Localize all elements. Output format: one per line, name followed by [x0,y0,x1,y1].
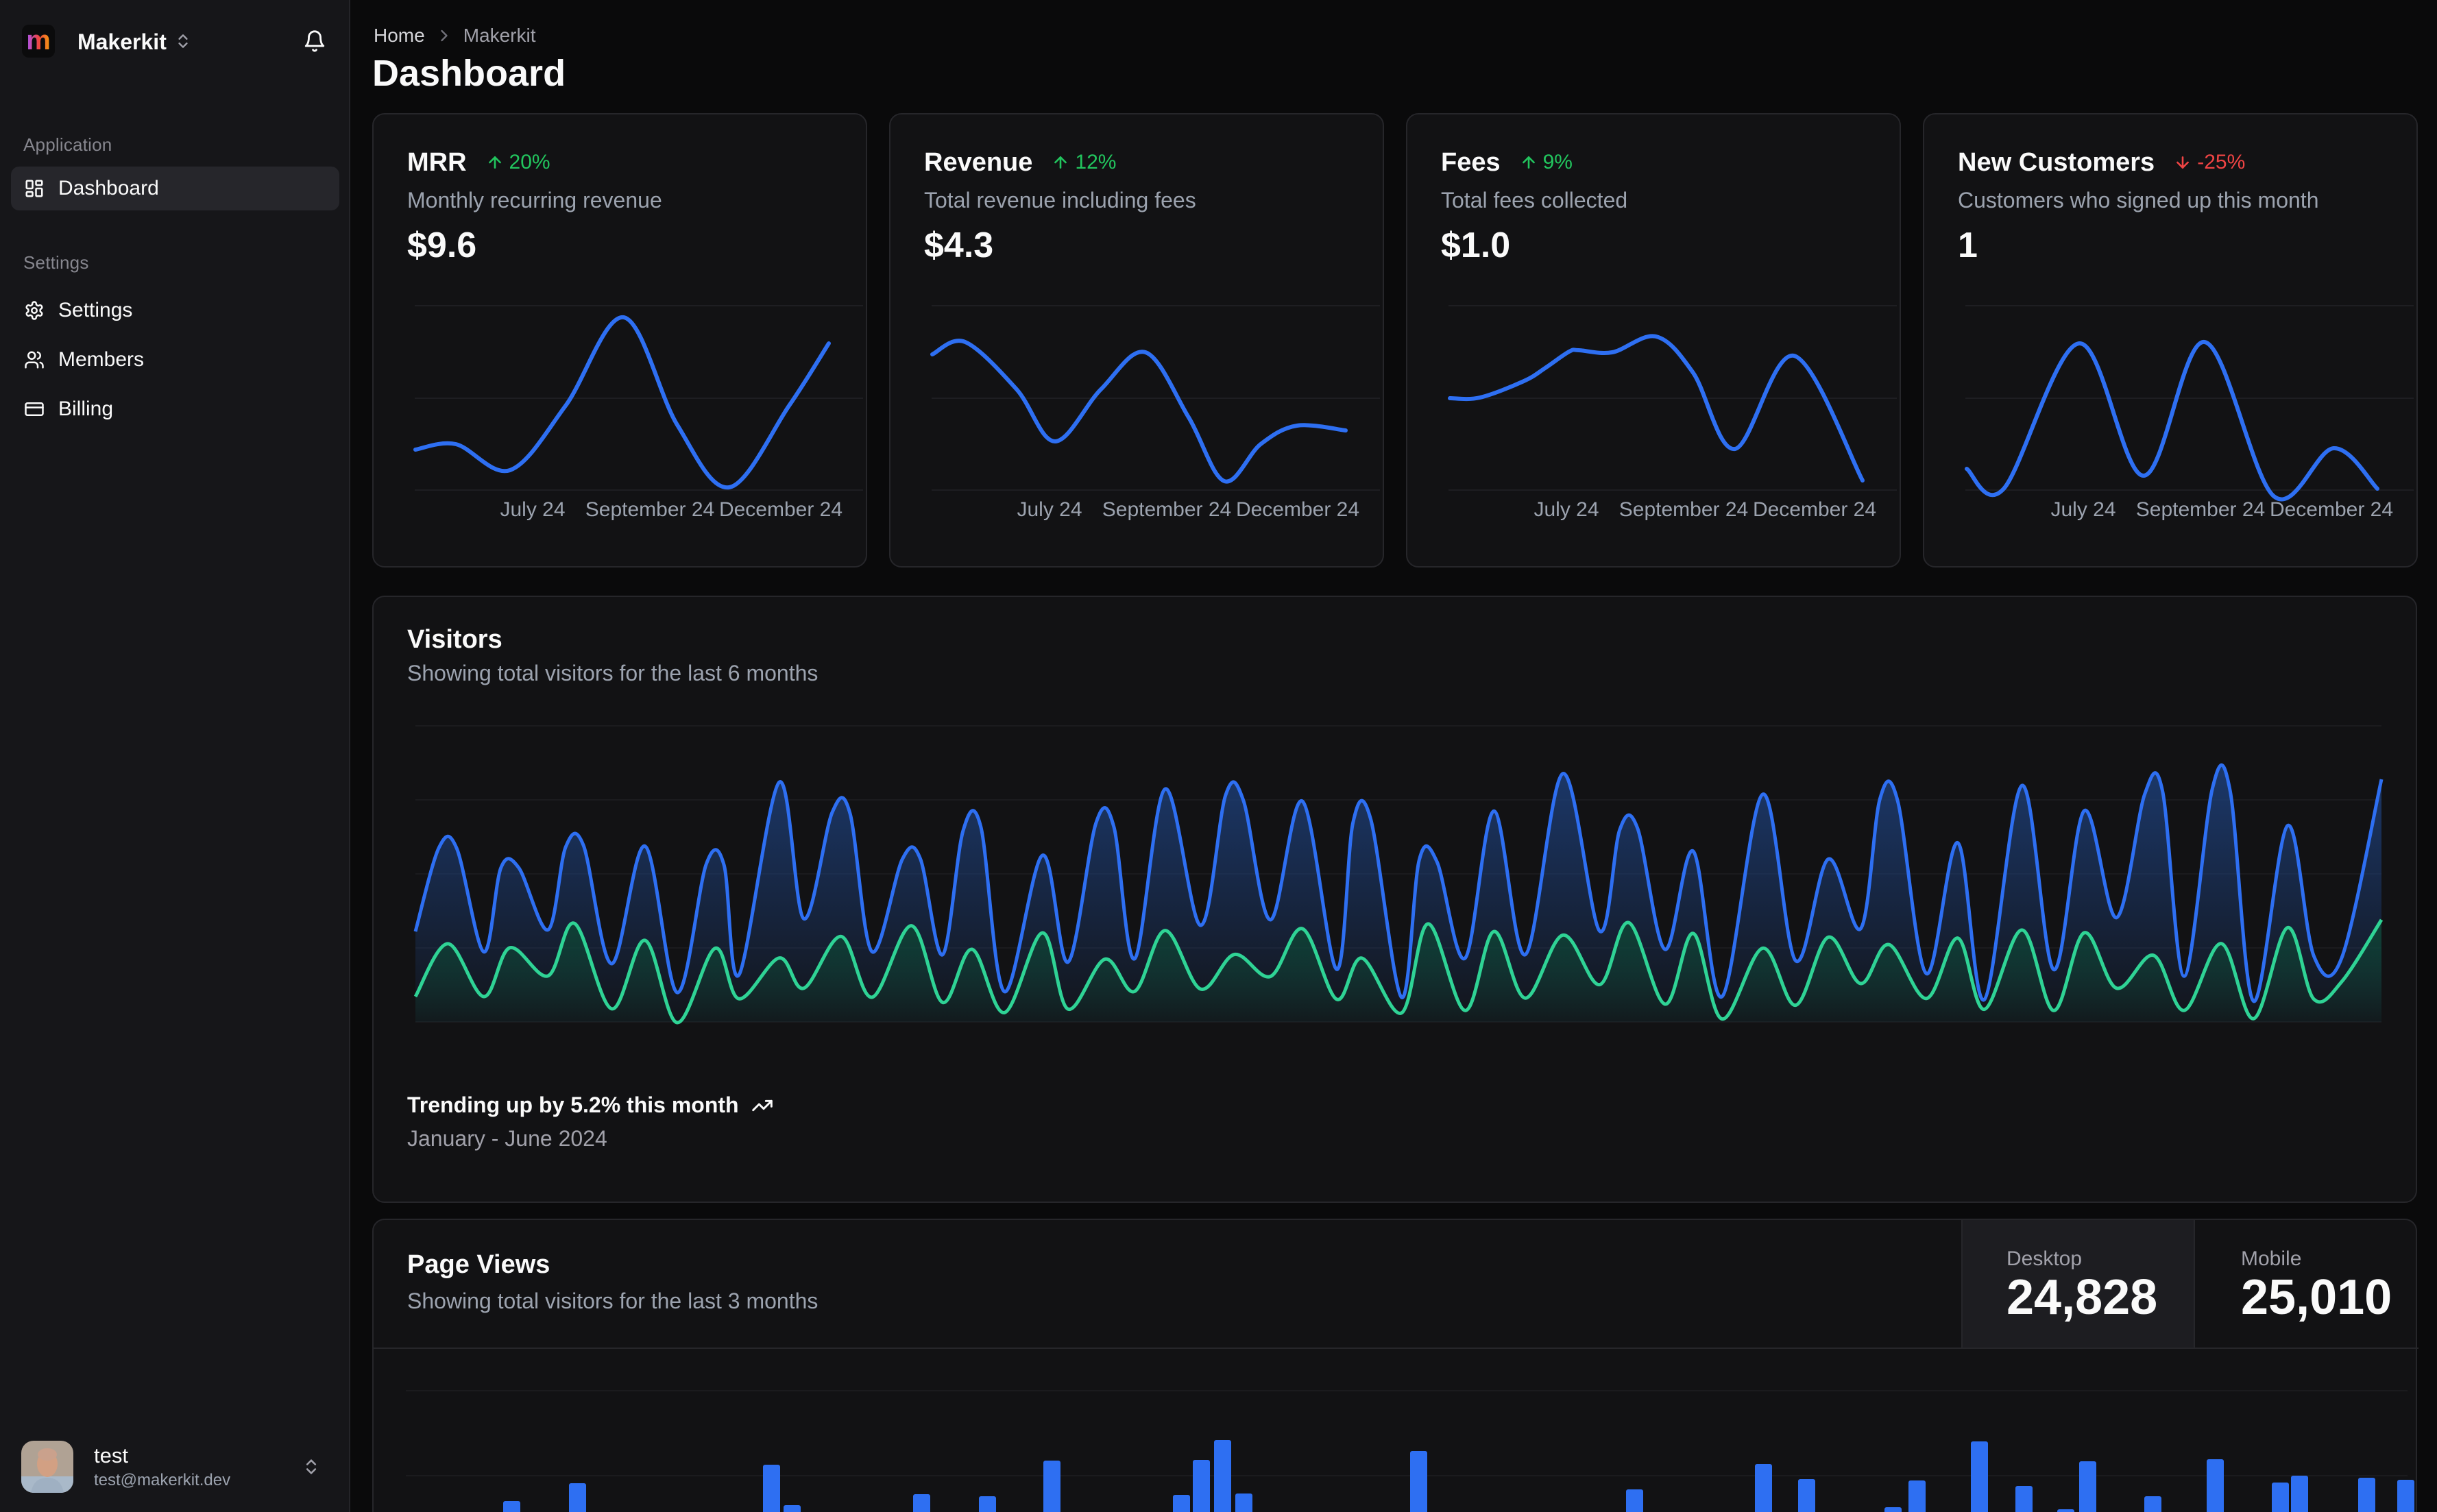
svg-text:m: m [26,25,51,56]
